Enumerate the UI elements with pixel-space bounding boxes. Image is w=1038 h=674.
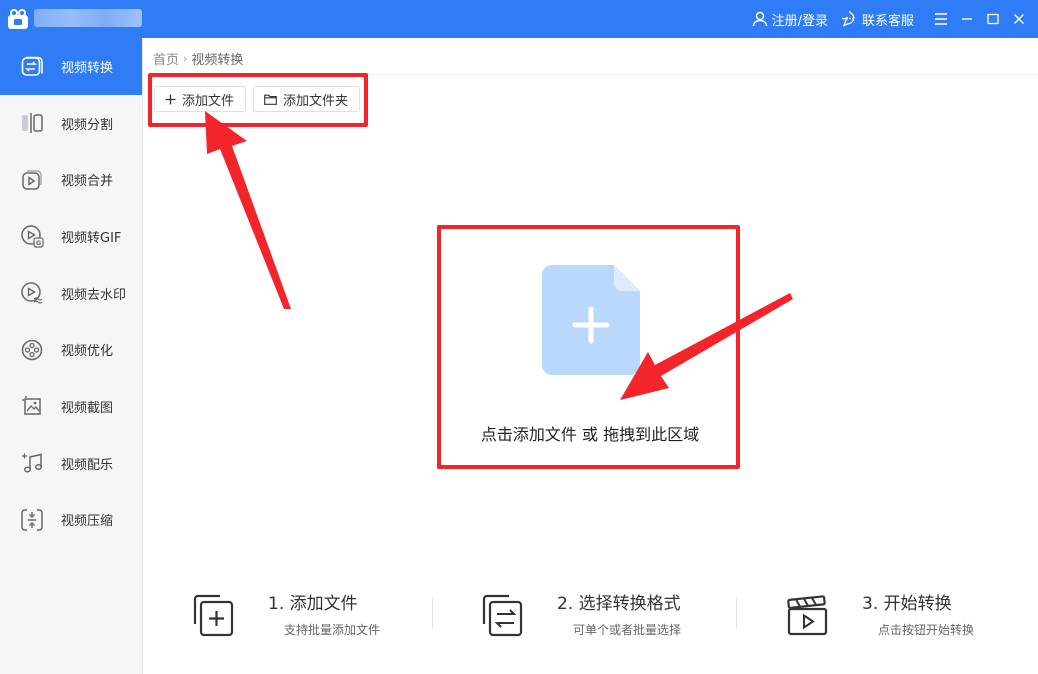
chevron-right-icon: › [183, 52, 188, 65]
close-button[interactable] [1006, 0, 1032, 38]
svg-text:G: G [36, 239, 41, 247]
steps-guide: 1. 添加文件 支持批量添加文件 2. 选择转换格式 可单个或者批量选择 3. … [144, 586, 1038, 646]
convert-icon [20, 54, 44, 78]
sidebar-item-label: 视频去水印 [61, 287, 127, 303]
add-file-icon [542, 265, 640, 375]
screenshot-icon [20, 394, 44, 418]
compress-icon [20, 508, 44, 532]
sidebar-item-convert[interactable]: 视频转换 [0, 38, 142, 95]
sidebar-item-label: 视频截图 [61, 400, 114, 416]
close-icon [1014, 14, 1024, 24]
breadcrumb-home[interactable]: 首页 [153, 49, 179, 68]
sidebar-item-split[interactable]: 视频分割 [0, 95, 142, 152]
step-title: 2. 选择转换格式 [557, 594, 681, 614]
sidebar-item-gif[interactable]: G 视频转GIF [0, 208, 142, 265]
chat-icon [841, 11, 855, 27]
title-bar: 注册/登录 联系客服 [0, 0, 1038, 38]
sidebar-item-label: 视频转换 [61, 60, 114, 76]
step-description: 支持批量添加文件 [284, 623, 381, 637]
app-window: 注册/登录 联系客服 视频转换 视频分割 视频合并 G 视频转GIF 视频去水印… [0, 0, 1038, 674]
login-label: 注册/登录 [771, 13, 828, 29]
split-icon [20, 111, 44, 135]
sidebar-item-watermark[interactable]: 视频去水印 [0, 265, 142, 322]
gif-icon: G [20, 224, 44, 249]
file-drop-zone[interactable]: 点击添加文件 或 拖拽到此区域 [442, 228, 738, 466]
hamburger-icon [935, 13, 947, 25]
sidebar-item-label: 视频配乐 [61, 457, 114, 473]
app-logo-icon [8, 9, 28, 29]
maximize-button[interactable] [980, 0, 1006, 38]
add-file-label: 添加文件 [182, 93, 235, 109]
breadcrumb-current: 视频转换 [191, 53, 244, 68]
format-switch-step-icon [482, 594, 523, 637]
main-content: 首页 › 视频转换 添加文件 添加文件夹 点击添加文件 或 拖拽到此区域 1. … [144, 38, 1038, 674]
sidebar-item-label: 视频转GIF [61, 230, 122, 246]
sidebar-item-optimize[interactable]: 视频优化 [0, 321, 142, 378]
sidebar: 视频转换 视频分割 视频合并 G 视频转GIF 视频去水印 视频优化 视频截图 … [0, 38, 143, 674]
breadcrumb: 首页 › 视频转换 [153, 49, 243, 68]
sidebar-item-music[interactable]: 视频配乐 [0, 435, 142, 492]
step-divider [736, 598, 737, 628]
sidebar-item-label: 视频压缩 [61, 514, 114, 530]
step-divider [432, 598, 433, 628]
sidebar-item-label: 视频优化 [61, 344, 114, 360]
step-description: 点击按钮开始转换 [878, 623, 975, 637]
step-description: 可单个或者批量选择 [573, 623, 682, 637]
login-link[interactable]: 注册/登录 [752, 10, 828, 29]
clapperboard-step-icon [787, 595, 828, 636]
film-reel-icon [20, 338, 44, 362]
add-file-button[interactable]: 添加文件 [154, 86, 246, 112]
user-icon [752, 11, 767, 27]
sidebar-item-compress[interactable]: 视频压缩 [0, 492, 142, 549]
step-start-convert: 3. 开始转换 点击按钮开始转换 [784, 586, 1034, 646]
add-folder-button[interactable]: 添加文件夹 [253, 86, 360, 112]
plus-icon [165, 94, 176, 104]
minimize-icon [962, 18, 972, 20]
step-title: 3. 开始转换 [862, 594, 952, 614]
music-note-icon [20, 451, 44, 475]
add-folder-label: 添加文件夹 [283, 93, 349, 109]
sidebar-item-merge[interactable]: 视频合并 [0, 151, 142, 208]
breadcrumb-divider [144, 74, 1038, 75]
folder-icon [264, 94, 277, 105]
drop-zone-text: 点击添加文件 或 拖拽到此区域 [480, 425, 700, 444]
app-title-blurred [34, 9, 142, 27]
watermark-icon [20, 281, 44, 305]
step-add-file: 1. 添加文件 支持批量添加文件 [190, 586, 440, 646]
contact-service-label: 联系客服 [861, 13, 914, 29]
minimize-button[interactable] [954, 0, 980, 38]
maximize-icon [987, 13, 999, 25]
add-file-step-icon [193, 594, 234, 637]
step-title: 1. 添加文件 [268, 594, 358, 614]
menu-button[interactable] [928, 0, 954, 38]
sidebar-item-screenshot[interactable]: 视频截图 [0, 378, 142, 435]
sidebar-item-label: 视频分割 [61, 117, 114, 133]
contact-service-link[interactable]: 联系客服 [841, 10, 914, 29]
sidebar-item-label: 视频合并 [61, 174, 114, 190]
merge-icon [20, 168, 44, 192]
step-select-format: 2. 选择转换格式 可单个或者批量选择 [479, 586, 739, 646]
